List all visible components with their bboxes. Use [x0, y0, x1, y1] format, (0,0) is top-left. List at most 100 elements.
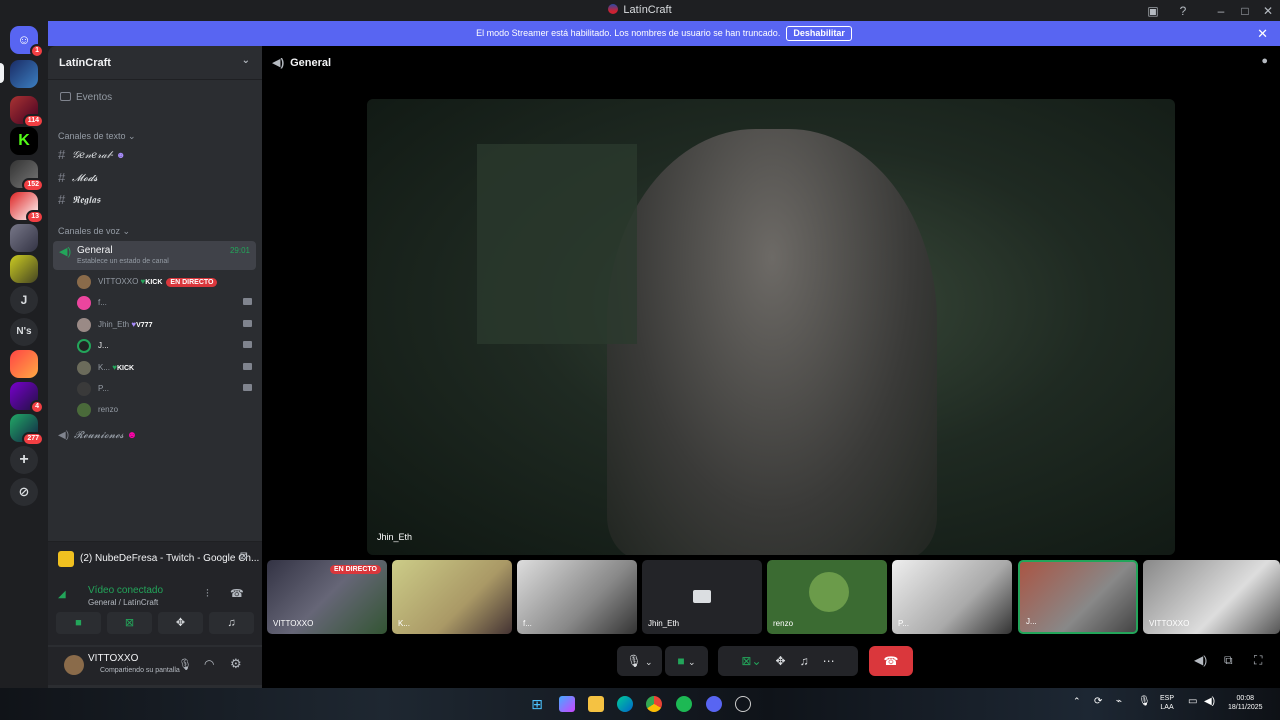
voice-user[interactable]: K... ♥KICK: [77, 359, 252, 377]
minimize-button[interactable]: –: [1213, 3, 1229, 19]
server-2[interactable]: 114: [10, 96, 44, 128]
camera-toggle-button[interactable]: ■ ⌄: [665, 646, 708, 676]
server-4[interactable]: 152: [10, 160, 44, 192]
person-silhouette: [607, 129, 937, 555]
speaker-icon: ◀): [272, 57, 285, 69]
voice-user[interactable]: VITTOXXO ♥KICK EN DIRECTO: [77, 273, 252, 291]
server-5[interactable]: 13: [10, 192, 44, 224]
popout-icon[interactable]: ⧉: [1224, 653, 1233, 668]
gear-icon[interactable]: ⚙: [230, 656, 242, 672]
channel-header: ◀) General ●: [262, 46, 1280, 78]
disable-streamer-button[interactable]: Deshabilitar: [786, 26, 852, 41]
inbox-icon[interactable]: ▣: [1145, 3, 1161, 19]
maximize-button[interactable]: □: [1237, 3, 1253, 19]
activities-button[interactable]: ✥: [158, 612, 203, 634]
clock[interactable]: 00:08 18/11/2025: [1228, 694, 1263, 712]
mic-icon[interactable]: 🎙: [178, 658, 192, 671]
server-6[interactable]: [10, 224, 38, 252]
chat-icon[interactable]: ●: [1261, 55, 1268, 67]
user-avatar[interactable]: [64, 655, 84, 675]
server-ns[interactable]: N's: [10, 318, 38, 346]
copilot-icon[interactable]: [559, 696, 575, 712]
volume-tray-icon[interactable]: ◀): [1204, 696, 1215, 707]
camera-off-icon: [693, 590, 711, 603]
display-icon[interactable]: ▭: [1188, 696, 1197, 707]
participant-tile[interactable]: EN DIRECTO VITTOXXO: [267, 560, 387, 634]
channel-reglas[interactable]: # 𝕽𝖊𝖌𝖑𝖆𝖘: [58, 192, 256, 207]
server-j[interactable]: J: [10, 286, 38, 314]
mic-tray-icon[interactable]: 🎙: [1138, 696, 1151, 707]
channel-general[interactable]: # 𝒢𝑒𝓃𝑒𝓇𝒶𝓁- ☻: [58, 147, 256, 162]
camera-icon: ■: [677, 654, 685, 668]
headphones-icon[interactable]: ◠: [204, 657, 214, 671]
language-indicator[interactable]: ESP LAA: [1160, 694, 1174, 712]
activities-icon[interactable]: ✥: [776, 654, 786, 668]
voice-channel-general[interactable]: ◀) General Establece un estado de canal …: [53, 241, 256, 270]
voice-user[interactable]: P...: [77, 380, 252, 398]
voice-user[interactable]: f...: [77, 294, 252, 312]
connection-location[interactable]: General / LatínCraft: [88, 598, 158, 607]
voice-user[interactable]: J...: [77, 337, 252, 355]
participant-tile-speaking[interactable]: J...: [1018, 560, 1138, 634]
voice-category[interactable]: Canales de voz ⌄: [58, 226, 130, 237]
server-8[interactable]: [10, 350, 38, 378]
discover-button[interactable]: ⊘: [10, 478, 38, 506]
folder-icon[interactable]: [588, 696, 604, 712]
more-icon[interactable]: ⋯: [823, 654, 835, 668]
guild-header[interactable]: LatínCraft ⌄: [48, 46, 262, 78]
window-title: LatínCraft: [623, 4, 672, 16]
events-item[interactable]: Eventos: [60, 92, 258, 103]
start-icon[interactable]: ⊞: [529, 696, 545, 712]
participant-tile[interactable]: renzo: [767, 560, 887, 634]
disconnect-button[interactable]: ☎: [869, 646, 913, 676]
network-off-icon[interactable]: ⌁: [1116, 696, 1122, 707]
spotify-icon[interactable]: [676, 696, 692, 712]
screen-share-button[interactable]: ⊠: [107, 612, 152, 634]
noise-suppression-icon[interactable]: ⫶: [206, 588, 209, 601]
help-icon[interactable]: ?: [1175, 3, 1191, 19]
participant-tile[interactable]: f...: [517, 560, 637, 634]
volume-icon[interactable]: ◀): [1194, 653, 1207, 667]
popout-icon[interactable]: ⊠: [240, 551, 248, 562]
chrome-icon[interactable]: [646, 696, 662, 712]
server-kick[interactable]: K: [10, 127, 38, 155]
focused-video[interactable]: [367, 99, 1175, 555]
text-category[interactable]: Canales de texto ⌄: [58, 131, 136, 142]
participant-tile[interactable]: Jhin_Eth: [642, 560, 762, 634]
voice-user[interactable]: renzo: [77, 401, 252, 419]
chevron-up-icon[interactable]: ⌃: [1073, 696, 1081, 707]
voice-user[interactable]: Jhin_Eth ♥V777: [77, 316, 252, 334]
channel-status[interactable]: Establece un estado de canal: [77, 258, 169, 265]
chevron-down-icon[interactable]: ⌄: [645, 657, 653, 667]
divider: [48, 79, 262, 80]
add-server-button[interactable]: +: [10, 446, 38, 474]
camera-button[interactable]: ■: [56, 612, 101, 634]
mic-button[interactable]: 🎙 ⌄: [617, 646, 662, 676]
server-latincraft[interactable]: [10, 60, 38, 88]
now-playing-panel[interactable]: (2) NubeDeFresa - Twitch - Google Ch... …: [48, 541, 262, 575]
server-9[interactable]: 4: [10, 382, 44, 414]
soundboard-button[interactable]: ♫: [209, 612, 254, 634]
fullscreen-icon[interactable]: ⛶: [1254, 653, 1262, 668]
voice-channel-reuniones[interactable]: ◀) 𝓡𝓮𝓾𝓷𝓲𝓸𝓷𝓮𝓼 ☻: [58, 430, 256, 441]
screen-share-icon[interactable]: ⊠⌄: [741, 654, 761, 668]
participant-tile[interactable]: VITTOXXO: [1143, 560, 1280, 634]
avatar: [77, 339, 91, 353]
sync-icon[interactable]: ⟳: [1094, 696, 1102, 707]
edge-icon[interactable]: [617, 696, 633, 712]
hash-icon: #: [58, 192, 66, 207]
soundboard-icon[interactable]: ♫: [800, 654, 809, 668]
disconnect-icon[interactable]: ☎: [230, 587, 244, 600]
server-10[interactable]: 277: [10, 414, 44, 446]
home-button[interactable]: ☺ 1: [10, 26, 44, 58]
server-7[interactable]: [10, 255, 38, 283]
discord-taskbar-icon[interactable]: [706, 696, 722, 712]
participant-tile[interactable]: P...: [892, 560, 1012, 634]
channel-mods[interactable]: # 𝓜𝓸𝓭𝓼: [58, 170, 256, 185]
participant-tile[interactable]: K...: [392, 560, 512, 634]
close-banner-icon[interactable]: ✕: [1257, 21, 1268, 46]
close-window-button[interactable]: ✕: [1260, 3, 1276, 19]
chevron-down-icon[interactable]: ⌄: [688, 657, 696, 667]
steam-icon[interactable]: [735, 696, 751, 712]
call-timer: 29:01: [229, 246, 250, 255]
